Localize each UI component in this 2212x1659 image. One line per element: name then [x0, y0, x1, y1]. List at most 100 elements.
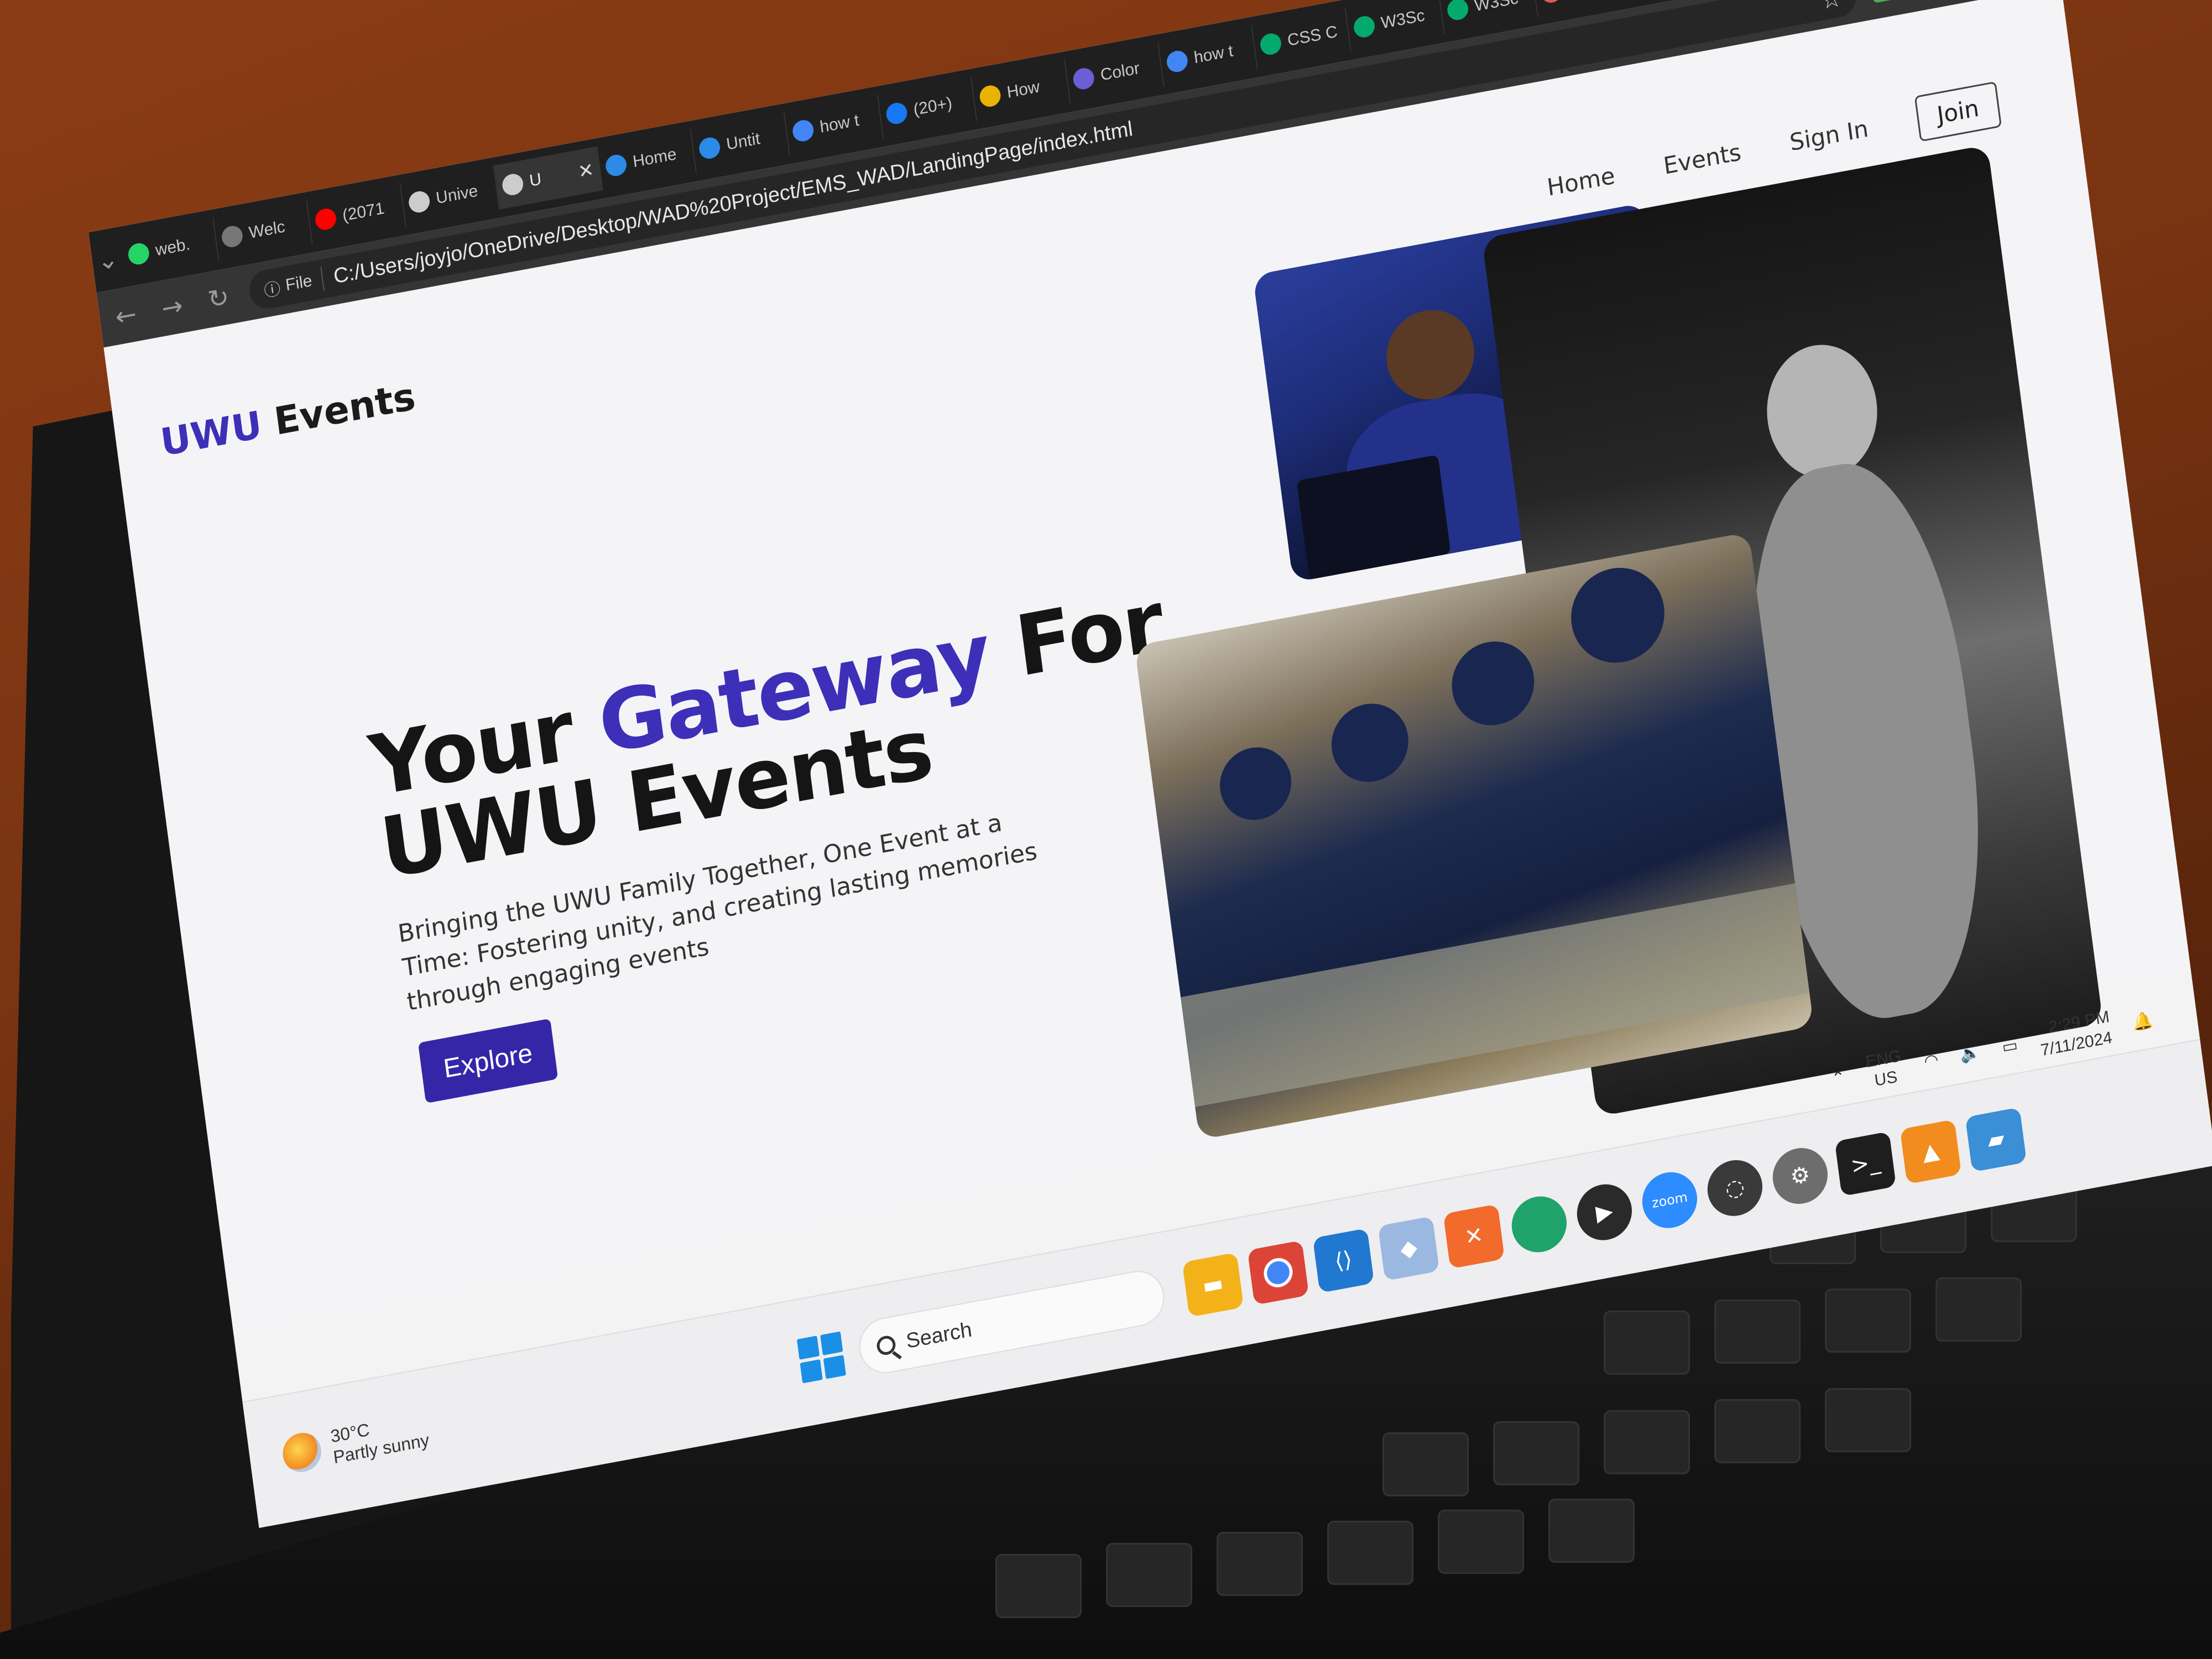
browser-tab-label: Color	[1099, 59, 1141, 85]
youtube-icon	[314, 207, 338, 232]
taskbar-search-label: Search	[905, 1317, 973, 1353]
key	[995, 1554, 1082, 1618]
edge-icon[interactable]	[1508, 1192, 1571, 1257]
browser-tab-label: U	[528, 170, 543, 190]
browser-tab-label: (20+)	[912, 93, 953, 119]
browser-tab[interactable]: web.	[120, 217, 220, 279]
chrome-icon[interactable]	[1247, 1240, 1310, 1306]
close-tab-icon[interactable]: ✕	[577, 159, 595, 184]
key	[1936, 1277, 2022, 1342]
taskbar-search[interactable]: Search	[855, 1266, 1168, 1378]
recycle-icon[interactable]: ◌	[1704, 1155, 1766, 1221]
nav-home[interactable]: Home	[1546, 162, 1616, 201]
generic-icon	[1540, 0, 1563, 4]
logo-text: Events	[272, 374, 418, 445]
explore-button[interactable]: Explore	[418, 1018, 558, 1104]
browser-tab-label: CSS C	[1286, 22, 1339, 50]
file-explorer-icon[interactable]: ▬	[1182, 1252, 1244, 1318]
language-indicator[interactable]: ENG US	[1864, 1046, 1905, 1092]
tray-overflow-icon[interactable]: ⌃	[1830, 1067, 1846, 1088]
browser-tab[interactable]: how t	[784, 94, 884, 156]
xampp-icon[interactable]: ✕	[1443, 1204, 1505, 1269]
windows-start-icon[interactable]	[796, 1331, 847, 1384]
logo-accent: UWU	[158, 403, 265, 466]
notification-bell-icon[interactable]: 🔔	[2131, 1010, 2154, 1033]
vlc-icon[interactable]: ▲	[1900, 1119, 1961, 1185]
browser-tab[interactable]: U ✕	[494, 146, 603, 210]
terminal-icon[interactable]: >_	[1834, 1131, 1897, 1197]
browser-tab[interactable]: Untit	[691, 111, 791, 173]
globe-icon	[501, 172, 525, 197]
key	[1604, 1410, 1690, 1474]
browser-tab[interactable]: CSS C	[1252, 7, 1352, 69]
key	[1493, 1421, 1579, 1485]
browser-tab-label: How	[1005, 77, 1041, 102]
photo-person	[1381, 302, 1480, 407]
back-icon[interactable]: ←	[109, 298, 143, 333]
info-icon: ⓘ	[263, 279, 282, 301]
edge-icon	[698, 135, 722, 161]
edge-icon	[604, 153, 628, 178]
photo-monitor	[1296, 455, 1451, 580]
browser-tab[interactable]: Unive	[400, 165, 500, 227]
key	[1438, 1510, 1524, 1574]
cube-icon[interactable]: ◆	[1378, 1215, 1440, 1281]
vscode-icon[interactable]: ⟨⟩	[1312, 1228, 1375, 1293]
volume-icon[interactable]: 🔈	[1959, 1042, 1981, 1065]
browser-tab[interactable]: Welc	[213, 200, 313, 262]
browser-tab-label: how t	[818, 111, 860, 137]
lang-top: ENG	[1864, 1046, 1902, 1072]
join-button[interactable]: Join	[1914, 81, 2002, 142]
forward-icon[interactable]: →	[155, 289, 189, 325]
browser-tab-label: Welc	[248, 217, 286, 243]
reload-icon[interactable]: ↻	[201, 280, 235, 316]
key	[1714, 1300, 1801, 1364]
settings-icon[interactable]: ⚙	[1769, 1143, 1832, 1209]
wifi-icon[interactable]: ◠	[1923, 1050, 1939, 1072]
photo-person	[1327, 697, 1413, 789]
browser-tab-label: (2071	[341, 199, 386, 225]
whatsapp-icon	[127, 241, 150, 267]
extension-icon[interactable]	[1871, 0, 1897, 3]
lang-bottom: US	[1873, 1067, 1899, 1090]
browser-tab[interactable]: W3Sc	[1345, 0, 1445, 52]
facebook-icon	[885, 101, 909, 126]
generic-icon	[1072, 66, 1095, 91]
browser-tab[interactable]: How	[971, 59, 1071, 121]
browser-tab-label: web.	[154, 235, 191, 260]
tab-search-icon[interactable]: ⌄	[91, 242, 125, 278]
battery-icon[interactable]: ▭	[2001, 1035, 2018, 1057]
generic-icon	[220, 224, 244, 249]
browser-tab[interactable]: how t	[1159, 25, 1258, 87]
weather-widget[interactable]: 30°C Partly sunny	[280, 1408, 431, 1477]
search-icon	[875, 1334, 897, 1357]
photo-person	[1447, 634, 1540, 732]
bookmark-star-icon[interactable]: ☆	[1819, 0, 1844, 15]
media-player-icon[interactable]: ▶	[1573, 1180, 1636, 1245]
chrome-icon	[978, 84, 1002, 109]
key	[1106, 1543, 1192, 1607]
photo-person	[1565, 560, 1671, 671]
photo-person	[1215, 741, 1296, 826]
browser-tab[interactable]: Color	[1065, 42, 1165, 104]
google-icon	[1165, 49, 1189, 74]
file-chip-label: File	[284, 271, 314, 295]
nav-sign-in[interactable]: Sign In	[1788, 115, 1870, 156]
key	[1604, 1311, 1690, 1375]
page-icon	[407, 189, 431, 215]
key	[1327, 1521, 1413, 1585]
site-info-chip[interactable]: ⓘ File	[262, 267, 325, 302]
zoom-icon[interactable]: zoom	[1639, 1167, 1701, 1233]
key	[1825, 1288, 1911, 1353]
w3schools-icon	[1259, 32, 1283, 57]
browser-tab[interactable]: (20+)	[878, 77, 978, 139]
site-logo[interactable]: UWU Events	[158, 375, 418, 466]
hero-title: Your Gateway For UWU Events	[364, 573, 1202, 898]
nav-events[interactable]: Events	[1662, 138, 1743, 180]
photo-person	[1759, 335, 1885, 488]
w3schools-icon	[1352, 14, 1376, 39]
photos-icon[interactable]: ▰	[1965, 1107, 2027, 1172]
browser-tab[interactable]: (2071	[307, 182, 406, 244]
key	[1548, 1499, 1635, 1563]
browser-tab[interactable]: Home	[597, 129, 697, 191]
